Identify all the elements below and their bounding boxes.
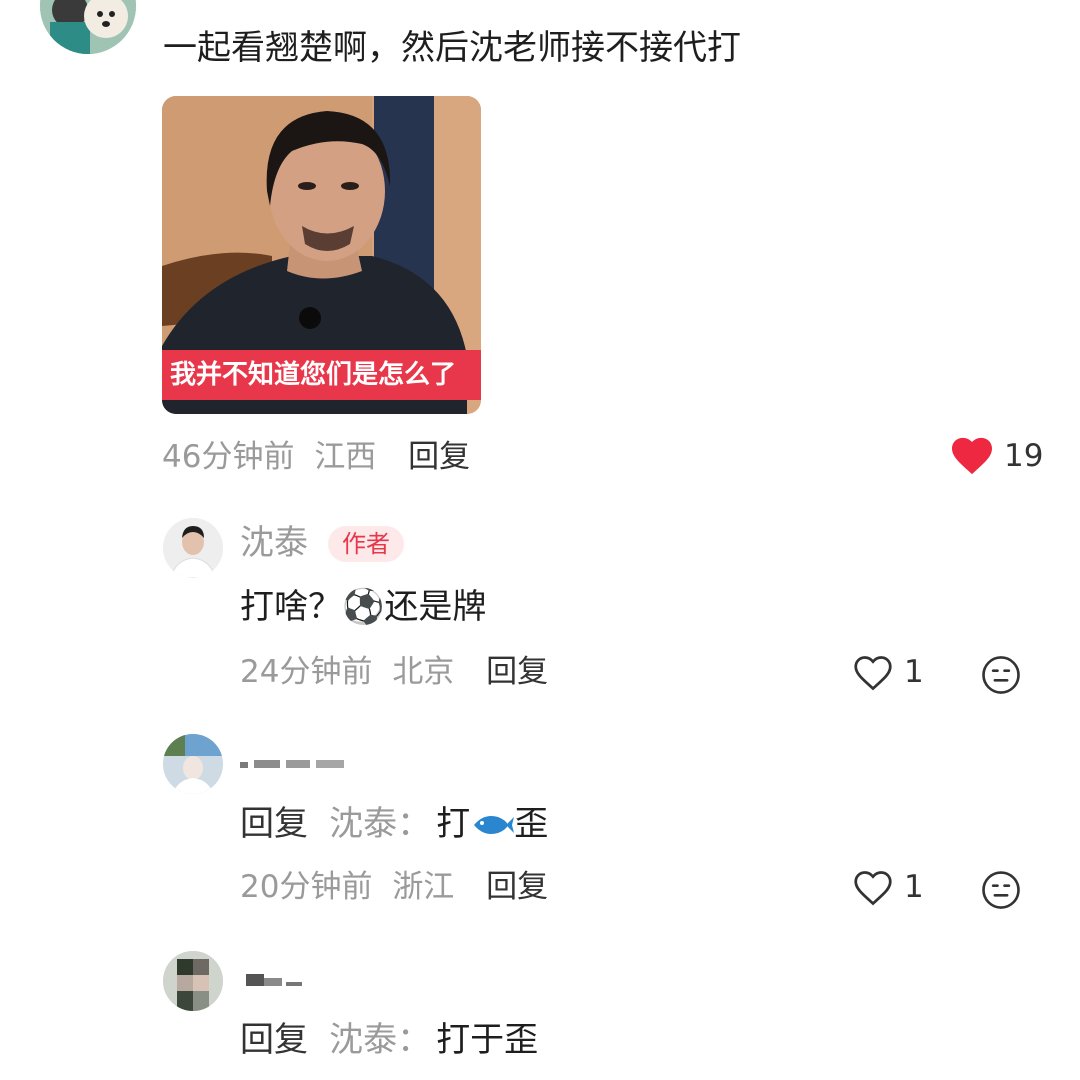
reply-1-location: 北京 bbox=[392, 654, 455, 690]
top-comment-text: 一起看翘楚啊，然后沈老师接不接代打 bbox=[163, 28, 741, 68]
reply-3-avatar[interactable] bbox=[163, 951, 223, 1011]
top-comment-location: 江西 bbox=[314, 439, 377, 475]
reply-2-reply-button[interactable]: 回复 bbox=[486, 869, 548, 905]
reply-3-target[interactable]: 沈泰： bbox=[329, 1020, 431, 1060]
reply-2-meta: 20分钟前 浙江 回复 bbox=[240, 869, 548, 905]
reply-2-text: 回复 沈泰： 打 歪 bbox=[240, 804, 548, 844]
image-caption-banner: 我并不知道您们是怎么了 bbox=[162, 350, 481, 400]
reply-2-avatar[interactable] bbox=[163, 734, 223, 794]
reply-2-avatar-photo bbox=[163, 734, 223, 794]
neutral-face-icon bbox=[982, 656, 1020, 694]
avatar-photo bbox=[40, 0, 136, 54]
top-comment-image[interactable]: 我并不知道您们是怎么了 bbox=[162, 96, 481, 414]
reply-2-like-button[interactable]: 1 bbox=[852, 867, 932, 909]
reply-3-body: 打于歪 bbox=[436, 1020, 539, 1060]
reply-1-reply-button[interactable]: 回复 bbox=[486, 654, 548, 690]
reply-1-time: 24分钟前 bbox=[240, 654, 373, 690]
author-badge: 作者 bbox=[328, 526, 404, 562]
reply-3-text: 回复 沈泰： 打于歪 bbox=[240, 1020, 538, 1060]
top-comment-like-button[interactable]: 19 bbox=[950, 436, 1050, 478]
reply-3-prefix: 回复 bbox=[240, 1020, 308, 1060]
pixelated-username bbox=[246, 974, 302, 986]
reply-1-meta: 24分钟前 北京 回复 bbox=[240, 654, 548, 690]
top-comment-meta: 46分钟前 江西 回复 bbox=[162, 439, 470, 475]
top-comment-reply-button[interactable]: 回复 bbox=[408, 439, 470, 475]
reply-1-text: 打啥？⚽还是牌 bbox=[240, 587, 487, 627]
pixelated-username bbox=[240, 760, 344, 768]
author-avatar[interactable] bbox=[163, 518, 223, 578]
reply-2-like-count: 1 bbox=[904, 869, 924, 905]
reply-3-avatar-photo bbox=[163, 951, 223, 1011]
author-username[interactable]: 沈泰 bbox=[240, 523, 308, 563]
reply-2-text-after: 歪 bbox=[514, 804, 549, 844]
top-commenter-avatar[interactable] bbox=[40, 0, 136, 54]
reply-1-like-count: 1 bbox=[904, 654, 924, 690]
reply-2-username-obscured bbox=[240, 754, 344, 770]
top-comment-like-count: 19 bbox=[1004, 438, 1044, 474]
heart-outline-icon bbox=[854, 656, 892, 691]
author-avatar-photo bbox=[163, 518, 223, 578]
reply-2-time: 20分钟前 bbox=[240, 869, 373, 905]
reply-2-location: 浙江 bbox=[392, 869, 455, 905]
reply-2-prefix: 回复 bbox=[240, 804, 308, 844]
reply-1-react-button[interactable] bbox=[980, 654, 1022, 696]
reply-2-target[interactable]: 沈泰： bbox=[329, 804, 431, 844]
reply-2-react-button[interactable] bbox=[980, 869, 1022, 911]
heart-outline-icon bbox=[854, 871, 892, 906]
reply-3-username-obscured bbox=[246, 970, 306, 988]
top-comment-time: 46分钟前 bbox=[162, 439, 295, 475]
reply-1-like-button[interactable]: 1 bbox=[852, 652, 932, 694]
image-caption-text: 我并不知道您们是怎么了 bbox=[170, 360, 457, 390]
reply-2-text-before: 打 bbox=[436, 804, 471, 844]
fish-icon bbox=[474, 816, 515, 834]
heart-filled-icon bbox=[952, 437, 992, 475]
neutral-face-icon bbox=[982, 871, 1020, 909]
